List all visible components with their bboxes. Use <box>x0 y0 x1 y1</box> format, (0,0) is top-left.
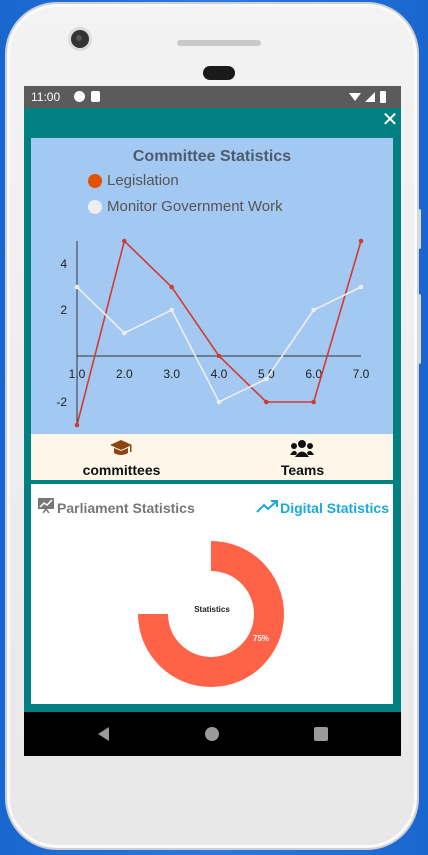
legend-label: Legislation <box>107 172 179 189</box>
series-0-point <box>216 353 222 359</box>
committee-chart-panel: 1.0 2.0 3.0 4.0 5.0 6.0 7.0 4 2 -2 Committee Stat… <box>31 138 393 434</box>
power-button <box>417 209 421 249</box>
series-1-point <box>216 399 222 405</box>
donut-percent-label: 75% <box>253 634 270 643</box>
back-triangle-icon[interactable] <box>95 725 113 743</box>
volume-button <box>417 294 421 364</box>
series-line-0 <box>76 239 362 426</box>
donut-slice <box>138 541 284 687</box>
notification-icon <box>74 91 85 102</box>
statistics-panel: Parliament Statistics Digital Statistics… <box>31 484 393 704</box>
legend-item-monitor[interactable]: Monitor Government Work <box>88 198 283 215</box>
tab-label: Teams <box>280 462 325 478</box>
status-bar: 11:00 <box>24 86 401 108</box>
y-tick-label: -2 <box>56 395 67 409</box>
x-tick-label: 2.0 <box>116 367 133 381</box>
battery-icon <box>380 91 386 103</box>
speaker-grille <box>177 40 261 46</box>
wifi-icon <box>349 93 361 101</box>
app-content: ✕ 1.0 2.0 3.0 4.0 5.0 6.0 7.0 4 2 -2 Committee St… <box>24 108 401 712</box>
legend-item-legislation[interactable]: Legislation <box>88 172 179 189</box>
sd-card-icon <box>91 91 100 102</box>
donut-chart <box>138 541 284 687</box>
series-0-point <box>264 399 269 405</box>
series-1-point <box>122 330 127 336</box>
recents-square-icon[interactable] <box>312 725 330 743</box>
series-0-point <box>311 399 316 405</box>
y-tick-label: 4 <box>60 257 67 271</box>
legend-dot-icon <box>88 200 102 214</box>
tab-teams[interactable]: Teams <box>212 434 393 480</box>
series-1-point <box>74 284 80 290</box>
y-tick-label: 2 <box>60 303 67 317</box>
series-1-point <box>358 284 364 290</box>
tab-committees[interactable]: committees <box>31 434 212 480</box>
x-tick-label: 4.0 <box>211 367 228 381</box>
earpiece <box>203 66 235 80</box>
donut-center-label: Statistics <box>194 605 230 614</box>
x-tick-label: 7.0 <box>353 367 370 381</box>
phone-screen: 11:00 ✕ 1.0 2.0 3.0 4.0 5.0 6.0 7.0 4 2 -2 Commit… <box>24 86 401 756</box>
line-chart: 1.0 2.0 3.0 4.0 5.0 6.0 7.042-2 <box>56 238 370 428</box>
chart-title: Committee Statistics <box>132 148 292 165</box>
front-camera-icon <box>71 30 89 48</box>
series-0-point <box>169 284 174 290</box>
tab-bar: committees Teams <box>31 434 393 480</box>
graduation-cap-icon <box>110 440 132 455</box>
x-tick-label: 1.0 <box>69 367 86 381</box>
x-tick-label: 3.0 <box>163 367 180 381</box>
home-circle-icon[interactable] <box>203 725 221 743</box>
users-icon <box>290 440 314 457</box>
series-1-point <box>311 307 316 313</box>
series-0-point <box>74 422 80 428</box>
close-icon[interactable]: ✕ <box>381 110 399 130</box>
status-indicators <box>349 91 386 103</box>
series-1-point <box>169 307 174 313</box>
status-time: 11:00 <box>31 90 61 104</box>
legend-label: Monitor Government Work <box>107 198 283 215</box>
tab-label: committees <box>82 462 161 478</box>
android-nav-bar <box>24 712 401 756</box>
legend-dot-icon <box>88 174 102 188</box>
signal-icon <box>365 92 375 102</box>
series-1-point <box>264 376 269 382</box>
series-0-point <box>122 238 127 244</box>
series-0-point <box>358 238 364 244</box>
